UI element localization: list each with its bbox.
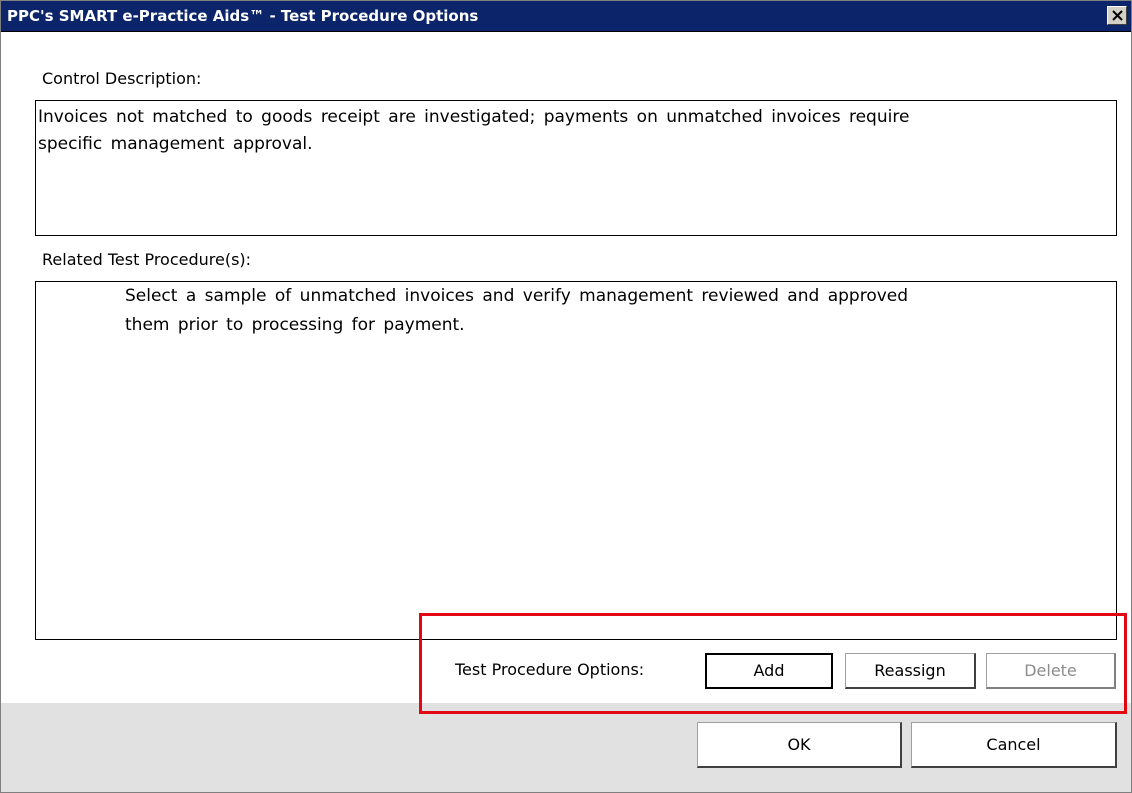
control-description-line-2: specific management approval. bbox=[38, 134, 313, 154]
ok-button[interactable]: OK bbox=[697, 722, 902, 768]
control-description-line-1: Invoices not matched to goods receipt ar… bbox=[38, 107, 910, 127]
control-description-field[interactable]: Invoices not matched to goods receipt ar… bbox=[35, 100, 1117, 236]
title-bar[interactable]: PPC's SMART e-Practice Aids™ - Test Proc… bbox=[1, 1, 1131, 32]
related-procedures-label: Related Test Procedure(s): bbox=[42, 250, 252, 269]
related-procedures-field[interactable]: Select a sample of unmatched invoices an… bbox=[35, 281, 1117, 640]
window-title: PPC's SMART e-Practice Aids™ - Test Proc… bbox=[7, 7, 479, 25]
add-button[interactable]: Add bbox=[705, 653, 833, 689]
reassign-button[interactable]: Reassign bbox=[845, 653, 976, 689]
close-icon bbox=[1112, 10, 1123, 21]
related-procedure-line-1: Select a sample of unmatched invoices an… bbox=[125, 286, 909, 306]
related-procedure-line-2: them prior to processing for payment. bbox=[125, 315, 465, 335]
test-procedure-options-label: Test Procedure Options: bbox=[455, 660, 645, 679]
delete-button[interactable]: Delete bbox=[986, 653, 1116, 689]
dialog-window: PPC's SMART e-Practice Aids™ - Test Proc… bbox=[0, 0, 1132, 793]
cancel-button[interactable]: Cancel bbox=[911, 722, 1117, 768]
control-description-label: Control Description: bbox=[42, 69, 202, 88]
close-button[interactable] bbox=[1107, 6, 1127, 25]
